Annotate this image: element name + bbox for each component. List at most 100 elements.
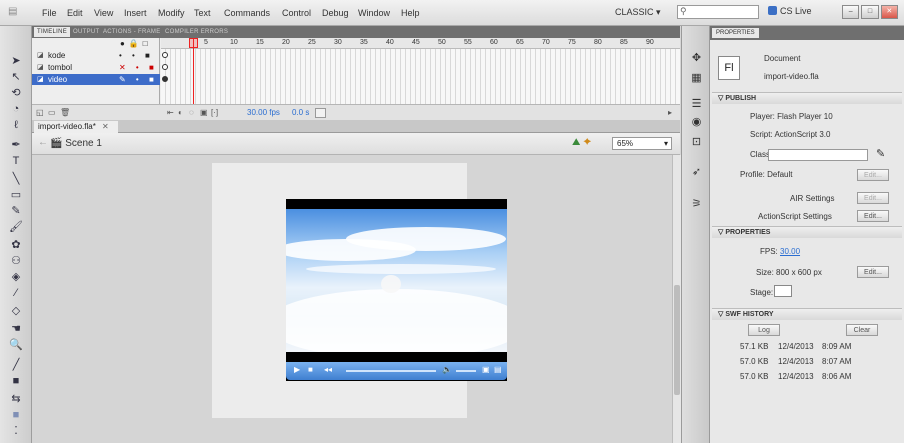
fullscreen-icon[interactable]: ▣ bbox=[482, 365, 490, 374]
seek-bar[interactable] bbox=[346, 370, 436, 372]
rectangle-tool-icon[interactable]: ▭ bbox=[9, 188, 23, 202]
fps-value[interactable]: 30.00 bbox=[780, 247, 800, 256]
lasso-tool-icon[interactable]: ℓ bbox=[9, 118, 23, 132]
free-transform-tool-icon[interactable]: ⟲ bbox=[9, 86, 23, 100]
eyedropper-tool-icon[interactable]: ⁄ bbox=[9, 286, 23, 300]
layer-row-selected[interactable]: ◪ video ✎ • ■ bbox=[32, 74, 160, 85]
edit-multiple-frames-icon[interactable]: ▣ bbox=[200, 108, 208, 117]
menu-view[interactable]: View bbox=[94, 8, 113, 18]
menu-control[interactable]: Control bbox=[282, 8, 311, 18]
menu-insert[interactable]: Insert bbox=[124, 8, 147, 18]
class-input[interactable] bbox=[768, 149, 868, 161]
onion-skin-icon[interactable]: ◐ bbox=[178, 108, 183, 117]
frame-ruler[interactable]: 5 10 15 20 25 30 35 40 45 50 55 60 65 70… bbox=[161, 38, 680, 49]
components-icon[interactable]: ⚞ bbox=[690, 198, 703, 211]
edit-symbols-icon[interactable]: ✦ bbox=[583, 137, 591, 148]
layer-row[interactable]: ◪ tombol ✕ • ■ bbox=[32, 62, 160, 73]
motion-presets-icon[interactable]: ➶ bbox=[690, 166, 703, 179]
library-icon[interactable]: ▦ bbox=[690, 72, 703, 85]
tab-timeline[interactable]: TIMELINE bbox=[34, 27, 71, 37]
clear-button[interactable]: Clear bbox=[846, 324, 878, 336]
help-search-input[interactable]: ⚲ bbox=[677, 5, 759, 19]
close-button[interactable]: ✕ bbox=[880, 5, 898, 19]
color-panel-icon[interactable]: ✥ bbox=[690, 52, 703, 65]
workspace-switcher[interactable]: CLASSIC ▾ bbox=[615, 7, 671, 20]
transform-icon[interactable]: ⊡ bbox=[690, 136, 703, 149]
zoom-select[interactable]: 65% ▾ bbox=[612, 137, 672, 150]
subselection-tool-icon[interactable]: ↖ bbox=[9, 70, 23, 84]
text-tool-icon[interactable]: T bbox=[9, 154, 23, 168]
mute-icon[interactable]: 🔈 bbox=[442, 365, 452, 374]
timeline-scroll-right[interactable]: ▸ bbox=[668, 108, 672, 117]
deco-tool-icon[interactable]: ✿ bbox=[9, 238, 23, 252]
maximize-button[interactable]: □ bbox=[861, 5, 879, 19]
stop-icon[interactable]: ■ bbox=[308, 365, 313, 374]
delete-layer-icon[interactable]: 🗑 bbox=[60, 108, 70, 117]
captions-icon[interactable]: ▤ bbox=[494, 365, 502, 374]
pen-tool-icon[interactable]: ✒ bbox=[9, 138, 23, 152]
align-icon[interactable]: ☰ bbox=[690, 98, 703, 111]
tab-actions-frame[interactable]: ACTIONS - FRAME bbox=[100, 27, 164, 37]
keyframe[interactable] bbox=[162, 52, 168, 58]
stage-scrollbar[interactable] bbox=[672, 155, 681, 443]
cs-live-button[interactable]: CS Live bbox=[768, 6, 824, 20]
hand-tool-icon[interactable]: ☚ bbox=[9, 322, 23, 336]
actionscript-settings-edit-button[interactable]: Edit... bbox=[857, 210, 889, 222]
menu-file[interactable]: File bbox=[42, 8, 57, 18]
zoom-tool-icon[interactable]: 🔍 bbox=[9, 338, 23, 352]
profile-edit-button[interactable]: Edit... bbox=[857, 169, 889, 181]
line-tool-icon[interactable]: ╲ bbox=[9, 172, 23, 186]
swap-colors-icon[interactable]: ⇆ bbox=[9, 392, 23, 406]
info-icon[interactable]: ◉ bbox=[690, 116, 703, 129]
scrollbar-thumb[interactable] bbox=[674, 285, 680, 395]
minimize-button[interactable]: – bbox=[842, 5, 860, 19]
properties-section-header[interactable]: ▽ PROPERTIES bbox=[712, 226, 902, 238]
fill-color-icon[interactable]: ■ bbox=[9, 374, 23, 388]
time-readout[interactable]: 0.0 s bbox=[292, 108, 309, 117]
close-tab-icon[interactable]: ✕ bbox=[102, 122, 109, 131]
new-layer-icon[interactable]: ◱ bbox=[36, 108, 44, 117]
layer-row[interactable]: ◪ kode • • ■ bbox=[32, 50, 160, 61]
pencil-icon[interactable]: ✎ bbox=[876, 147, 885, 160]
document-tab[interactable]: import-video.fla* ✕ bbox=[34, 121, 118, 133]
size-edit-button[interactable]: Edit... bbox=[857, 266, 889, 278]
rewind-icon[interactable]: ◂◂ bbox=[324, 365, 332, 374]
menu-commands[interactable]: Commands bbox=[224, 8, 270, 18]
keyframe[interactable] bbox=[162, 76, 168, 82]
menu-modify[interactable]: Modify bbox=[158, 8, 185, 18]
menu-text[interactable]: Text bbox=[194, 8, 211, 18]
pencil-tool-icon[interactable]: ✎ bbox=[9, 204, 23, 218]
stage-color-swatch[interactable] bbox=[774, 285, 792, 297]
play-icon[interactable]: ▶ bbox=[294, 365, 300, 374]
tab-compiler-errors[interactable]: COMPILER ERRORS bbox=[162, 27, 231, 37]
brush-tool-icon[interactable]: 🖌 bbox=[9, 220, 23, 234]
log-button[interactable]: Log bbox=[748, 324, 780, 336]
paint-bucket-tool-icon[interactable]: ◈ bbox=[9, 270, 23, 284]
menu-window[interactable]: Window bbox=[358, 8, 390, 18]
menu-help[interactable]: Help bbox=[401, 8, 420, 18]
menu-debug[interactable]: Debug bbox=[322, 8, 349, 18]
keyframe[interactable] bbox=[162, 64, 168, 70]
swf-history-section-header[interactable]: ▽ SWF HISTORY bbox=[712, 308, 902, 320]
bone-tool-icon[interactable]: ⚇ bbox=[9, 254, 23, 268]
new-folder-icon[interactable]: ▭ bbox=[48, 108, 56, 117]
tab-properties[interactable]: PROPERTIES bbox=[712, 28, 759, 38]
volume-slider[interactable] bbox=[456, 370, 476, 372]
edit-scene-icon[interactable]: ⛰ bbox=[572, 137, 580, 148]
layer-visibility-lock-outline-icons[interactable]: ●🔒□ bbox=[120, 38, 152, 49]
smooth-icon[interactable]: ⁚ bbox=[9, 424, 23, 438]
center-frame-icon[interactable]: ⇤ bbox=[167, 108, 174, 117]
selection-tool-icon[interactable]: ➤ bbox=[9, 54, 23, 68]
scene-breadcrumb[interactable]: 🎬 Scene 1 bbox=[50, 138, 102, 149]
timeline-scroll-left[interactable] bbox=[315, 108, 326, 118]
back-arrow-icon[interactable]: ← bbox=[38, 137, 48, 148]
menu-edit[interactable]: Edit bbox=[67, 8, 83, 18]
onion-outline-icon[interactable]: ◌ bbox=[189, 108, 194, 117]
eraser-tool-icon[interactable]: ◇ bbox=[9, 304, 23, 318]
stroke-color-icon[interactable]: ╱ bbox=[9, 358, 23, 372]
air-settings-edit-button[interactable]: Edit... bbox=[857, 192, 889, 204]
tab-output[interactable]: OUTPUT bbox=[70, 27, 102, 37]
modify-markers-icon[interactable]: [·] bbox=[211, 108, 218, 117]
snap-icon[interactable]: ■ bbox=[9, 408, 23, 422]
3d-rotation-tool-icon[interactable]: ◔ bbox=[9, 102, 23, 116]
